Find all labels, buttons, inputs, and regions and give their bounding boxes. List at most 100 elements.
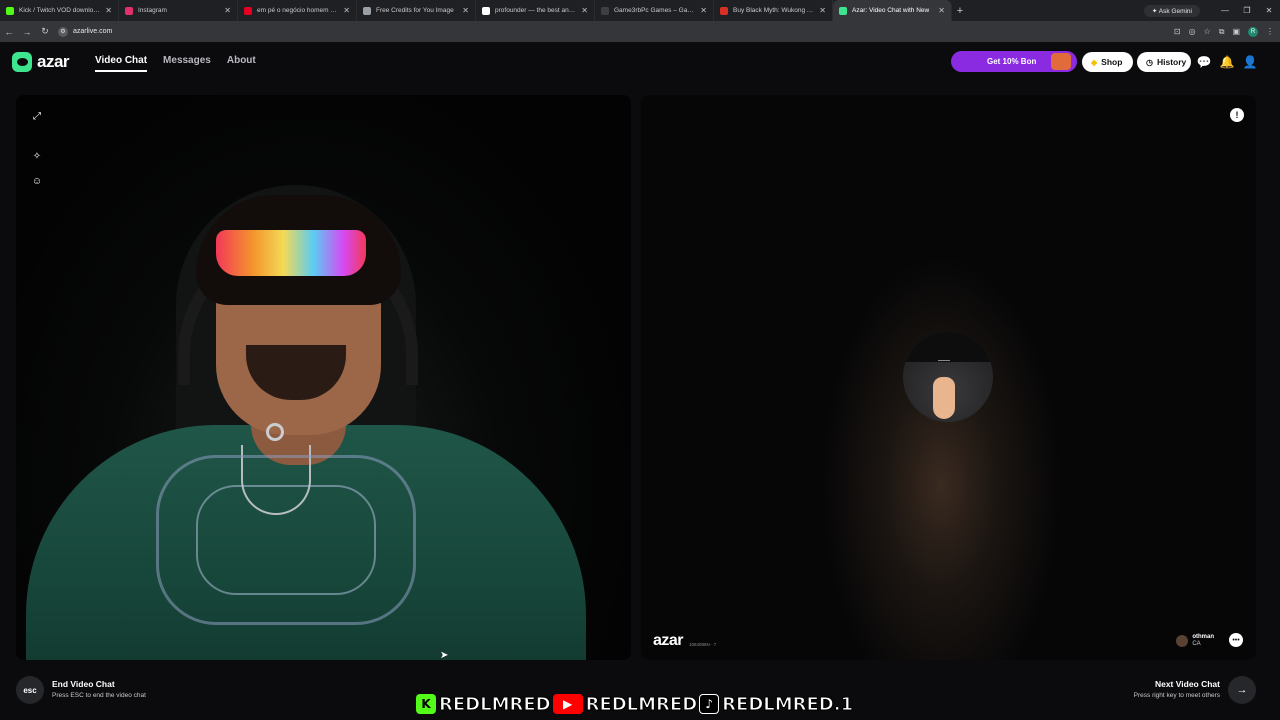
browser-tab[interactable]: Azar: Video Chat with New ✕ <box>833 0 952 21</box>
gift-box-icon <box>1051 53 1071 70</box>
tab-title: Azar: Video Chat with New <box>852 7 930 14</box>
bonus-button[interactable]: Get 10% Bon <box>951 51 1077 72</box>
bonus-label: Get 10% Bon <box>987 57 1037 66</box>
remote-video-panel: ! azar 1064086N - 7 othman CA ••• <box>641 95 1256 660</box>
report-shield-icon[interactable]: ! <box>1230 108 1244 122</box>
minimize-button[interactable]: — <box>1214 6 1236 15</box>
restore-button[interactable]: ❐ <box>1236 6 1258 15</box>
next-video-chat[interactable]: Next Video Chat Press right key to meet … <box>1134 679 1220 699</box>
shop-button[interactable]: ◆ Shop <box>1082 52 1133 72</box>
site-info-icon[interactable]: ⚙ <box>58 26 68 37</box>
magic-wand-icon[interactable]: ✧ <box>30 149 44 163</box>
ask-gemini-label: Ask Gemini <box>1158 7 1192 15</box>
youtube-handle: REDLMRED <box>585 693 698 715</box>
peer-name: othman <box>1192 634 1214 640</box>
end-subtitle: Press ESC to end the video chat <box>52 692 146 699</box>
new-tab-button[interactable]: + <box>952 5 968 17</box>
forward-icon[interactable]: → <box>18 27 36 37</box>
browser-tab[interactable]: Buy Black Myth: Wukong Acco ✕ <box>714 0 833 21</box>
azar-logo-icon <box>12 52 32 72</box>
next-subtitle: Press right key to meet others <box>1133 692 1220 699</box>
gem-icon: ◆ <box>1091 57 1098 67</box>
tab-favicon-icon <box>363 6 371 15</box>
tab-close-icon[interactable]: ✕ <box>819 6 826 15</box>
peer-info[interactable]: othman CA <box>1176 634 1214 648</box>
browser-tab[interactable]: Kick / Twitch VOD downloader ✕ <box>0 0 119 21</box>
history-button[interactable]: ◷ History <box>1137 52 1191 72</box>
tab-favicon-icon <box>6 6 14 15</box>
reload-icon[interactable]: ↻ <box>36 26 54 37</box>
tab-title: Instagram <box>138 7 167 14</box>
browser-tab[interactable]: Instagram ✕ <box>119 0 238 21</box>
tab-close-icon[interactable]: ✕ <box>224 6 231 15</box>
bell-icon[interactable]: 🔔 <box>1219 54 1235 70</box>
azar-logo[interactable]: azar <box>12 52 70 72</box>
nav-about[interactable]: About <box>227 55 256 72</box>
browser-tab-bar: Kick / Twitch VOD downloader ✕ Instagram ✕ e… <box>0 0 1280 21</box>
back-icon[interactable]: ← <box>0 27 18 37</box>
tab-favicon-icon <box>839 6 847 15</box>
streamer-handles-overlay: K REDLMRED ▶ REDLMRED ♪ REDLMRED.1 <box>416 692 854 716</box>
watermark-id: 1064086N - 7 <box>689 642 717 647</box>
tab-title: em pé o negócio homem apon <box>257 7 340 14</box>
extensions-icon[interactable]: ⧉ <box>1219 27 1225 37</box>
ask-gemini-button[interactable]: ✦ Ask Gemini <box>1143 4 1200 17</box>
tab-close-icon[interactable]: ✕ <box>105 6 112 15</box>
tiktok-handle: REDLMRED.1 <box>722 693 854 715</box>
browser-tab[interactable]: profounder — the best and fre ✕ <box>476 0 595 21</box>
tab-title: Kick / Twitch VOD downloader <box>19 7 102 14</box>
clock-icon: ◷ <box>1146 57 1153 67</box>
tab-favicon-icon <box>482 6 490 15</box>
mouse-cursor-icon: ➤ <box>440 650 449 661</box>
tab-close-icon[interactable]: ✕ <box>343 6 350 15</box>
end-title: End Video Chat <box>52 679 115 689</box>
main-nav: Video Chat Messages About <box>95 55 256 72</box>
browser-tab[interactable]: Free Credits for You Image ✕ <box>357 0 476 21</box>
star-icon[interactable]: ☆ <box>1204 27 1211 36</box>
swap-camera-icon[interactable]: ⤢ <box>30 109 44 123</box>
end-video-chat[interactable]: End Video Chat Press ESC to end the vide… <box>52 679 146 699</box>
camera-feed <box>16 95 631 660</box>
url-field[interactable]: ⚙ azarlive.com <box>58 24 112 39</box>
youtube-icon: ▶ <box>552 694 583 714</box>
partner-sticker <box>903 332 993 422</box>
browser-tab[interactable]: Game3rbPc Games – Games Gr✕ <box>595 0 714 21</box>
watermark-logo: azar <box>653 632 684 649</box>
chat-icon[interactable]: ••• <box>1229 633 1243 647</box>
shop-label: Shop <box>1101 57 1123 67</box>
arrow-right-icon[interactable]: → <box>1228 676 1256 704</box>
install-app-icon[interactable]: ⊡ <box>1174 27 1181 36</box>
self-video-panel: ⤢ ✧ ☺ <box>16 95 631 660</box>
chat-bubbles-icon[interactable]: 💬 <box>1196 54 1212 70</box>
kick-icon: K <box>416 694 436 714</box>
nav-video-chat[interactable]: Video Chat <box>95 55 148 72</box>
kick-handle: REDLMRED <box>439 693 552 715</box>
logo-text: azar <box>37 52 70 71</box>
tab-title: Buy Black Myth: Wukong Acco <box>733 7 816 14</box>
eye-off-icon[interactable]: ◎ <box>1189 27 1196 36</box>
next-title: Next Video Chat <box>1154 679 1220 689</box>
menu-dots-icon[interactable]: ⋮ <box>1266 27 1274 36</box>
face-filter-icon[interactable]: ☺ <box>30 174 44 188</box>
close-window-button[interactable]: ✕ <box>1258 6 1280 15</box>
tab-close-icon[interactable]: ✕ <box>700 6 707 15</box>
tab-favicon-icon <box>601 6 609 15</box>
address-bar: ← → ↻ ⚙ azarlive.com ⊡ ◎ ☆ ⧉ ▣ R ⋮ <box>0 21 1280 42</box>
peer-avatar <box>1176 635 1189 647</box>
user-profile-icon[interactable]: 👤 <box>1242 54 1258 70</box>
app-header: azar Video Chat Messages About Get 10% B… <box>0 42 1280 82</box>
tab-title: Game3rbPc Games – Games Gr <box>614 7 697 14</box>
sidepanel-icon[interactable]: ▣ <box>1232 27 1240 36</box>
peer-country: CA <box>1192 641 1201 647</box>
tab-title: Free Credits for You Image <box>376 7 454 14</box>
nav-messages[interactable]: Messages <box>163 55 211 72</box>
tab-title: profounder — the best and fre <box>495 7 578 14</box>
tab-close-icon[interactable]: ✕ <box>938 6 945 15</box>
tab-close-icon[interactable]: ✕ <box>581 6 588 15</box>
esc-button[interactable]: esc <box>16 676 44 704</box>
browser-tab[interactable]: em pé o negócio homem apon ✕ <box>238 0 357 21</box>
tab-close-icon[interactable]: ✕ <box>462 6 469 15</box>
azar-watermark: azar 1064086N - 7 <box>653 632 716 650</box>
tab-favicon-icon <box>244 6 252 15</box>
profile-avatar[interactable]: R <box>1248 26 1258 37</box>
